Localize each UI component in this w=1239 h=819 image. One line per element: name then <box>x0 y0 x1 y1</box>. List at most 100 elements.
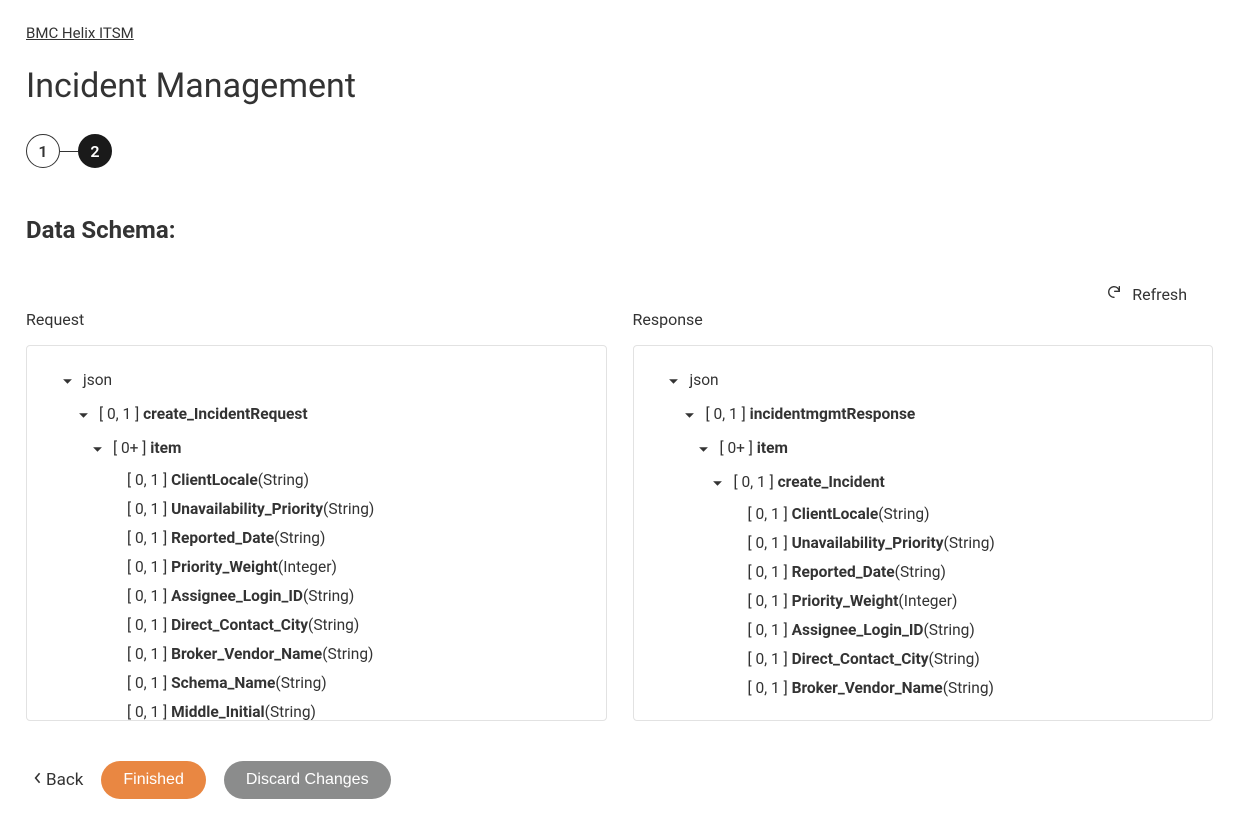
chevron-down-icon <box>89 444 105 455</box>
refresh-label: Refresh <box>1132 285 1187 304</box>
finished-button[interactable]: Finished <box>101 761 205 799</box>
tree-leaf[interactable]: [ 0, 1 ] Priority_Weight (Integer) <box>648 587 1199 616</box>
step-2[interactable]: 2 <box>78 134 112 168</box>
back-label: Back <box>46 770 83 790</box>
footer: Back Finished Discard Changes <box>26 721 1213 799</box>
field-type: (String) <box>944 536 995 552</box>
step-1[interactable]: 1 <box>26 134 60 168</box>
field-name: Schema_Name <box>171 676 275 692</box>
cardinality: [ 0, 1 ] <box>748 681 788 697</box>
field-name: Unavailability_Priority <box>792 536 944 552</box>
field-type: (String) <box>943 681 994 697</box>
tree-row[interactable]: json <box>41 364 592 398</box>
refresh-button[interactable]: Refresh <box>26 284 1187 304</box>
tree-label: item <box>150 441 181 457</box>
cardinality: [ 0, 1 ] <box>127 531 167 547</box>
page-title: Incident Management <box>26 66 1213 106</box>
chevron-down-icon <box>696 444 712 455</box>
field-name: Broker_Vendor_Name <box>171 647 322 663</box>
tree-leaf[interactable]: [ 0, 1 ] Unavailability_Priority (String… <box>648 529 1199 558</box>
field-name: Reported_Date <box>171 531 274 547</box>
cardinality: [ 0, 1 ] <box>127 705 167 721</box>
tree-row[interactable]: [ 0+ ] item <box>648 432 1199 466</box>
field-name: Priority_Weight <box>171 560 278 576</box>
tree-leaf[interactable]: [ 0, 1 ] Broker_Vendor_Name (String) <box>648 674 1199 703</box>
tree-row[interactable]: [ 0, 1 ] create_Incident <box>648 466 1199 500</box>
field-type: (String) <box>322 647 373 663</box>
discard-button[interactable]: Discard Changes <box>224 761 391 799</box>
field-type: (String) <box>929 652 980 668</box>
chevron-down-icon <box>682 410 698 421</box>
field-name: Direct_Contact_City <box>171 618 308 634</box>
tree-leaf[interactable]: [ 0, 1 ] ClientLocale (String) <box>648 500 1199 529</box>
chevron-down-icon <box>666 376 682 387</box>
cardinality: [ 0, 1 ] <box>127 589 167 605</box>
tree-row[interactable]: [ 0, 1 ] incidentmgmtResponse <box>648 398 1199 432</box>
refresh-icon <box>1106 284 1122 304</box>
tree-row[interactable]: json <box>648 364 1199 398</box>
cardinality: [ 0, 1 ] <box>734 475 774 491</box>
field-type: (String) <box>878 507 929 523</box>
field-name: Priority_Weight <box>792 594 899 610</box>
cardinality: [ 0, 1 ] <box>748 623 788 639</box>
tree-leaf[interactable]: [ 0, 1 ] Direct_Contact_City (String) <box>648 645 1199 674</box>
tree-leaf[interactable]: [ 0, 1 ] Broker_Vendor_Name (String) <box>41 640 592 669</box>
field-name: Assignee_Login_ID <box>792 623 924 639</box>
tree-row[interactable]: [ 0+ ] item <box>41 432 592 466</box>
tree-label: create_Incident <box>778 475 885 491</box>
field-type: (String) <box>303 589 354 605</box>
cardinality: [ 0+ ] <box>113 441 146 457</box>
response-column: Response json [ 0, 1 ] incidentmgmtRespo… <box>633 310 1214 721</box>
field-type: (String) <box>274 531 325 547</box>
tree-label: json <box>83 373 112 389</box>
tree-label: incidentmgmtResponse <box>750 407 916 423</box>
tree-label: create_IncidentRequest <box>143 407 308 423</box>
cardinality: [ 0+ ] <box>720 441 753 457</box>
tree-leaf[interactable]: [ 0, 1 ] Schema_Name (String) <box>41 669 592 698</box>
field-name: Broker_Vendor_Name <box>792 681 943 697</box>
request-header: Request <box>26 310 607 329</box>
cardinality: [ 0, 1 ] <box>748 536 788 552</box>
cardinality: [ 0, 1 ] <box>127 502 167 518</box>
response-panel: json [ 0, 1 ] incidentmgmtResponse [ 0+ … <box>633 345 1214 721</box>
tree-leaf[interactable]: [ 0, 1 ] Reported_Date (String) <box>648 558 1199 587</box>
field-type: (String) <box>323 502 374 518</box>
tree-leaf[interactable]: [ 0, 1 ] Assignee_Login_ID (String) <box>648 616 1199 645</box>
back-button[interactable]: Back <box>34 770 83 790</box>
tree-row[interactable]: [ 0, 1 ] create_IncidentRequest <box>41 398 592 432</box>
field-type: (Integer) <box>278 560 337 576</box>
chevron-left-icon <box>34 770 42 790</box>
field-type: (String) <box>924 623 975 639</box>
tree-leaf[interactable]: [ 0, 1 ] ClientLocale (String) <box>41 466 592 495</box>
field-name: Direct_Contact_City <box>792 652 929 668</box>
tree-leaf[interactable]: [ 0, 1 ] Unavailability_Priority (String… <box>41 495 592 524</box>
field-name: Middle_Initial <box>171 705 265 721</box>
step-connector <box>60 151 78 152</box>
tree-label: item <box>757 441 788 457</box>
cardinality: [ 0, 1 ] <box>127 560 167 576</box>
cardinality: [ 0, 1 ] <box>706 407 746 423</box>
cardinality: [ 0, 1 ] <box>127 618 167 634</box>
tree-leaf[interactable]: [ 0, 1 ] Priority_Weight (Integer) <box>41 553 592 582</box>
chevron-down-icon <box>75 410 91 421</box>
tree-leaf[interactable]: [ 0, 1 ] Direct_Contact_City (String) <box>41 611 592 640</box>
tree-leaf[interactable]: [ 0, 1 ] Middle_Initial (String) <box>41 698 592 721</box>
field-type: (String) <box>265 705 316 721</box>
cardinality: [ 0, 1 ] <box>127 676 167 692</box>
tree-leaf[interactable]: [ 0, 1 ] Reported_Date (String) <box>41 524 592 553</box>
field-name: ClientLocale <box>171 473 258 489</box>
field-name: Unavailability_Priority <box>171 502 323 518</box>
cardinality: [ 0, 1 ] <box>99 407 139 423</box>
field-name: ClientLocale <box>792 507 879 523</box>
tree-leaf[interactable]: [ 0, 1 ] Assignee_Login_ID (String) <box>41 582 592 611</box>
cardinality: [ 0, 1 ] <box>748 652 788 668</box>
response-header: Response <box>633 310 1214 329</box>
breadcrumb-link[interactable]: BMC Helix ITSM <box>26 24 134 42</box>
field-type: (String) <box>258 473 309 489</box>
cardinality: [ 0, 1 ] <box>748 594 788 610</box>
request-panel: json [ 0, 1 ] create_IncidentRequest [ 0… <box>26 345 607 721</box>
field-type: (String) <box>275 676 326 692</box>
request-column: Request json [ 0, 1 ] create_IncidentReq… <box>26 310 607 721</box>
chevron-down-icon <box>710 478 726 489</box>
field-name: Reported_Date <box>792 565 895 581</box>
